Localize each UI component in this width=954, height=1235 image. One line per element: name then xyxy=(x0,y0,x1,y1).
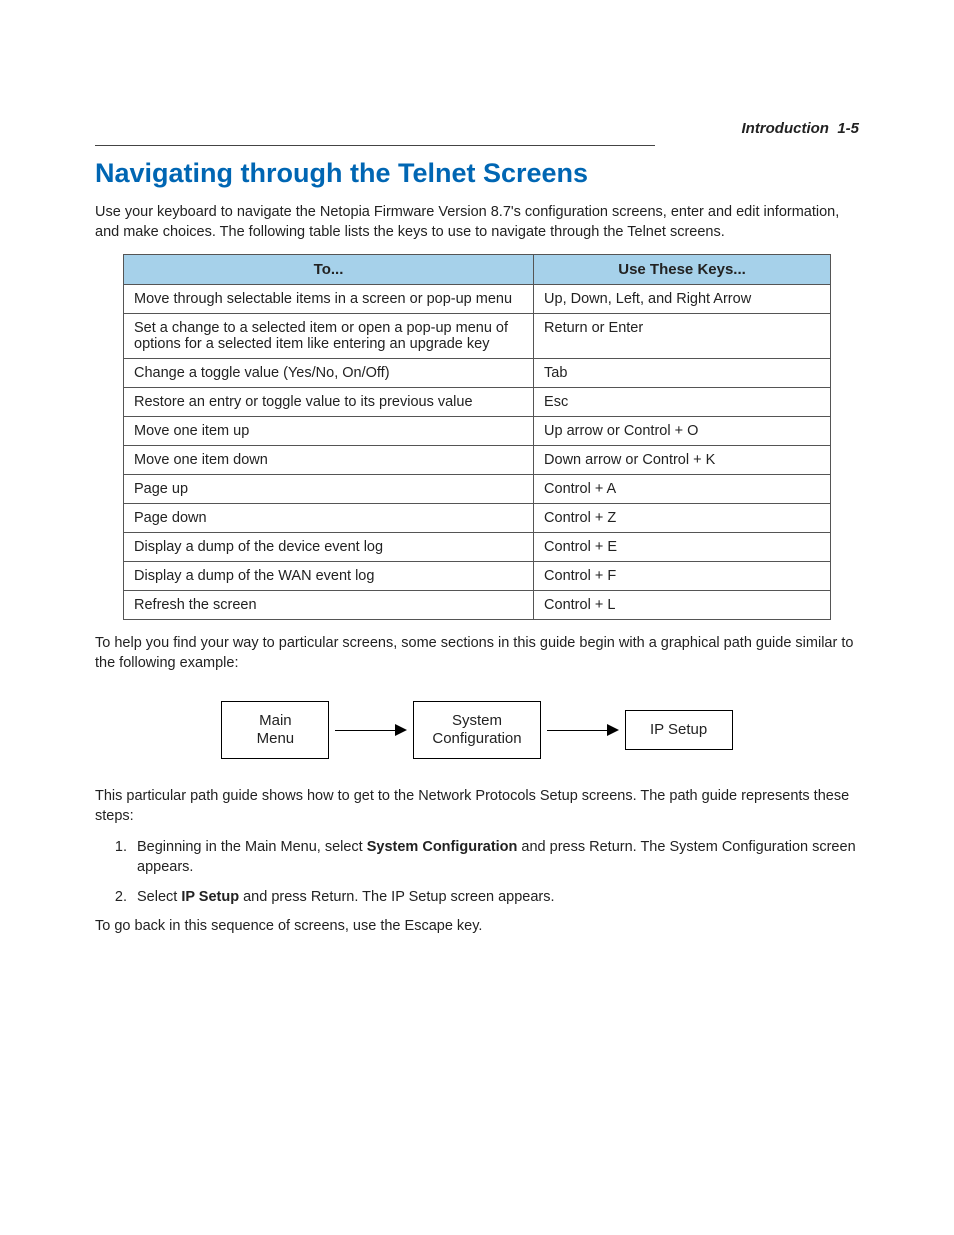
table-row: Move one item downDown arrow or Control … xyxy=(124,446,831,475)
table-row: Move one item upUp arrow or Control + O xyxy=(124,417,831,446)
table-header-keys: Use These Keys... xyxy=(534,255,831,285)
after-table-paragraph: To help you find your way to particular … xyxy=(95,634,859,673)
table-row: Refresh the screenControl + L xyxy=(124,591,831,620)
header-section: Introduction xyxy=(741,120,828,137)
step-item: Select IP Setup and press Return. The IP… xyxy=(131,888,859,908)
running-header: Introduction 1-5 xyxy=(95,120,859,137)
navigation-keys-table: To... Use These Keys... Move through sel… xyxy=(123,254,831,620)
page-title: Navigating through the Telnet Screens xyxy=(95,158,859,189)
intro-paragraph: Use your keyboard to navigate the Netopi… xyxy=(95,203,859,242)
path-guide-diagram: Main Menu System Configuration IP Setup xyxy=(95,701,859,759)
table-row: Change a toggle value (Yes/No, On/Off)Ta… xyxy=(124,359,831,388)
table-row: Page downControl + Z xyxy=(124,504,831,533)
arrow-icon xyxy=(335,724,407,736)
header-page-ref: 1-5 xyxy=(837,120,859,137)
table-row: Display a dump of the WAN event logContr… xyxy=(124,562,831,591)
steps-list: Beginning in the Main Menu, select Syste… xyxy=(95,838,859,907)
horizontal-rule xyxy=(95,145,655,146)
table-row: Restore an entry or toggle value to its … xyxy=(124,388,831,417)
path-box-ip-setup: IP Setup xyxy=(625,710,733,750)
closing-paragraph: To go back in this sequence of screens, … xyxy=(95,917,859,937)
table-row: Page upControl + A xyxy=(124,475,831,504)
table-header-to: To... xyxy=(124,255,534,285)
path-box-main-menu: Main Menu xyxy=(221,701,329,759)
table-row: Move through selectable items in a scree… xyxy=(124,285,831,314)
document-page: Introduction 1-5 Navigating through the … xyxy=(0,0,954,1235)
path-box-system-configuration: System Configuration xyxy=(413,701,540,759)
step-item: Beginning in the Main Menu, select Syste… xyxy=(131,838,859,877)
table-row: Display a dump of the device event logCo… xyxy=(124,533,831,562)
table-row: Set a change to a selected item or open … xyxy=(124,314,831,359)
after-path-paragraph: This particular path guide shows how to … xyxy=(95,787,859,826)
arrow-icon xyxy=(547,724,619,736)
